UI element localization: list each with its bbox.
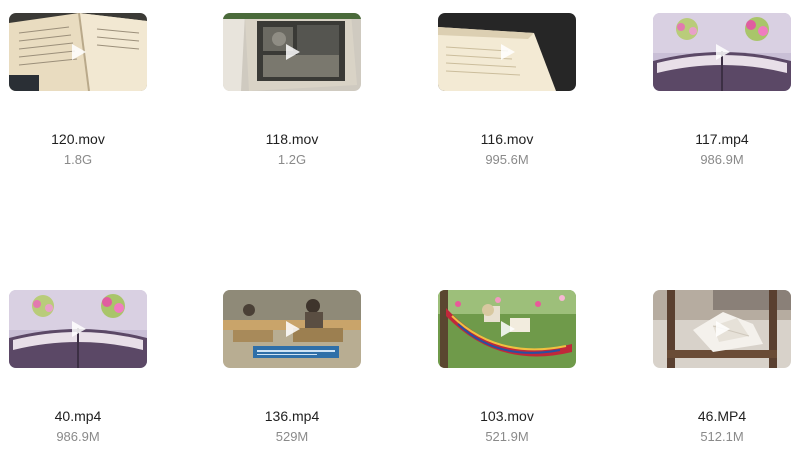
play-icon bbox=[716, 44, 730, 60]
video-thumbnail[interactable] bbox=[223, 13, 361, 91]
video-thumbnail[interactable] bbox=[653, 13, 791, 91]
play-icon bbox=[501, 321, 515, 337]
play-icon bbox=[716, 321, 730, 337]
file-tile[interactable]: 116.mov 995.6M bbox=[417, 13, 597, 168]
video-thumbnail[interactable] bbox=[438, 290, 576, 368]
file-name[interactable]: 116.mov bbox=[417, 131, 597, 147]
file-name[interactable]: 136.mp4 bbox=[202, 408, 382, 424]
file-tile[interactable]: 117.mp4 986.9M bbox=[632, 13, 800, 168]
file-size: 986.9M bbox=[56, 429, 100, 444]
file-name[interactable]: 117.mp4 bbox=[632, 131, 800, 147]
play-icon bbox=[286, 321, 300, 337]
file-size: 1.2G bbox=[277, 152, 307, 167]
file-size: 512.1M bbox=[700, 429, 744, 444]
file-tile[interactable]: 118.mov 1.2G bbox=[202, 13, 382, 168]
file-size: 986.9M bbox=[700, 152, 744, 167]
play-icon bbox=[286, 44, 300, 60]
file-size: 529M bbox=[275, 429, 309, 444]
video-file-grid: 120.mov 1.8G 118.mov 1.2G 116.mov 995.6M… bbox=[0, 0, 800, 458]
play-icon bbox=[72, 321, 86, 337]
file-name[interactable]: 120.mov bbox=[0, 131, 168, 147]
play-icon bbox=[501, 44, 515, 60]
file-tile[interactable]: 120.mov 1.8G bbox=[0, 13, 168, 168]
file-tile[interactable]: 40.mp4 986.9M bbox=[0, 290, 168, 445]
file-name[interactable]: 40.mp4 bbox=[0, 408, 168, 424]
file-name[interactable]: 118.mov bbox=[202, 131, 382, 147]
video-thumbnail[interactable] bbox=[438, 13, 576, 91]
file-tile[interactable]: 136.mp4 529M bbox=[202, 290, 382, 445]
video-thumbnail[interactable] bbox=[223, 290, 361, 368]
file-size: 995.6M bbox=[485, 152, 529, 167]
video-thumbnail[interactable] bbox=[9, 290, 147, 368]
video-thumbnail[interactable] bbox=[653, 290, 791, 368]
file-size: 521.9M bbox=[485, 429, 529, 444]
file-tile[interactable]: 46.MP4 512.1M bbox=[632, 290, 800, 445]
video-thumbnail[interactable] bbox=[9, 13, 147, 91]
file-name[interactable]: 103.mov bbox=[417, 408, 597, 424]
file-name[interactable]: 46.MP4 bbox=[632, 408, 800, 424]
file-tile[interactable]: 103.mov 521.9M bbox=[417, 290, 597, 445]
file-size: 1.8G bbox=[63, 152, 93, 167]
play-icon bbox=[72, 44, 86, 60]
